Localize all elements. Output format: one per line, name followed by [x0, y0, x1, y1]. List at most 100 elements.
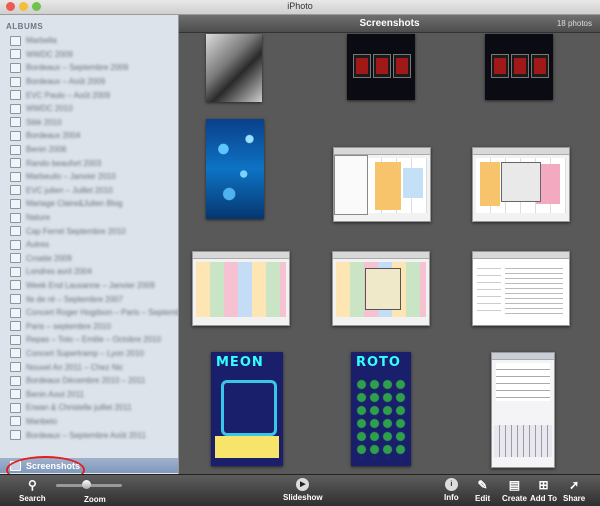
create-label: Create: [502, 494, 527, 503]
photo-thumbnail[interactable]: [491, 352, 555, 468]
sidebar-item-album[interactable]: EVC Paulo – Août 2009: [0, 88, 178, 102]
album-icon: [10, 185, 21, 196]
game-logo: ROTO: [356, 355, 401, 370]
sidebar-item-label: Croatie 2009: [26, 253, 72, 263]
bottom-toolbar: ⚲ Search Zoom ▶ Slideshow i Info ✎ Edit …: [0, 474, 600, 506]
sidebar-item-album[interactable]: Bordeaux 2004: [0, 129, 178, 143]
album-icon: [10, 117, 21, 128]
create-button[interactable]: ▤ Create: [502, 478, 527, 503]
sidebar-item-album[interactable]: Week End Lausanne – Janvier 2009: [0, 279, 178, 293]
sidebar-item-album[interactable]: EVC julien – Juillet 2010: [0, 184, 178, 198]
album-icon: [10, 321, 21, 332]
sidebar-item-album[interactable]: Erwan & Christelle juillet 2011: [0, 401, 178, 415]
sidebar-item-album[interactable]: Benin Aout 2011: [0, 387, 178, 401]
info-icon: i: [444, 478, 458, 491]
zoom-slider-knob[interactable]: [81, 480, 91, 489]
album-icon: [10, 416, 21, 427]
photo-thumbnail[interactable]: [206, 119, 264, 219]
photo-thumbnail[interactable]: [206, 34, 262, 102]
sidebar-item-album[interactable]: Bordeaux – Septembre Août 2011: [0, 428, 178, 442]
photo-thumbnail[interactable]: [485, 34, 553, 100]
sidebar-item-album[interactable]: Stilé 2010: [0, 116, 178, 130]
sidebar-item-label: Rando beaufort 2003: [26, 158, 102, 168]
album-icon: [10, 334, 21, 345]
album-icon: [10, 402, 21, 413]
sidebar-item-album[interactable]: Bordeaux Décembre 2010 – 2011: [0, 374, 178, 388]
slideshow-button[interactable]: ▶ Slideshow: [283, 478, 323, 502]
sidebar-item-album[interactable]: Marbella: [0, 34, 178, 48]
sidebar-item-label: Benin 2006: [26, 145, 67, 155]
sidebar-item-label: Manbeto: [26, 416, 58, 426]
sidebar-item-album[interactable]: Bordeaux – Août 2009: [0, 75, 178, 89]
album-icon: [10, 226, 21, 237]
sidebar-item-label: Mariage Claire&Julien Blog: [26, 199, 123, 209]
zoom-label: Zoom: [84, 495, 106, 504]
sidebar-item-label: Concert Roger Hogdson – Paris – Septembr…: [26, 308, 178, 318]
sidebar-item-album[interactable]: Croatie 2009: [0, 252, 178, 266]
sidebar-item-album[interactable]: Repas – Toto – Emilie – Octobre 2010: [0, 333, 178, 347]
sidebar-item-album[interactable]: Ile de ré – Septembre 2007: [0, 292, 178, 306]
sidebar-item-album[interactable]: Nouvel An 2011 – Chez Nic: [0, 360, 178, 374]
sidebar-item-album[interactable]: Concert Roger Hogdson – Paris – Septembr…: [0, 306, 178, 320]
share-button[interactable]: ➚ Share: [563, 478, 585, 503]
info-label: Info: [444, 493, 459, 502]
sidebar-item-album[interactable]: Bordeaux – Septembre 2009: [0, 61, 178, 75]
sidebar-item-album[interactable]: Marbeuilo – Janvier 2010: [0, 170, 178, 184]
album-title: Screenshots: [359, 18, 420, 29]
sidebar-item-label: Bordeaux 2004: [26, 131, 81, 141]
sidebar-item-label: WWDC 2009: [26, 49, 73, 59]
photo-mini: [511, 54, 529, 78]
sidebar-item-album[interactable]: Rando beaufort 2003: [0, 156, 178, 170]
sidebar-item-album[interactable]: Mariage Claire&Julien Blog: [0, 197, 178, 211]
add-to-button[interactable]: ⊞ Add To: [530, 478, 557, 503]
album-icon: [10, 90, 21, 101]
edit-button[interactable]: ✎ Edit: [475, 478, 490, 503]
photo-thumbnail[interactable]: [472, 251, 570, 326]
sidebar-item-album[interactable]: WWDC 2009: [0, 48, 178, 62]
photo-thumbnail[interactable]: [192, 251, 290, 326]
photo-thumbnail[interactable]: [347, 34, 415, 100]
photo-thumbnail[interactable]: MEON: [211, 352, 283, 466]
photo-browser: Screenshots 18 photos MEON ROTO: [179, 15, 600, 474]
sidebar-item-label: Ile de ré – Septembre 2007: [26, 294, 123, 304]
sidebar-item-album[interactable]: Nature: [0, 211, 178, 225]
slideshow-label: Slideshow: [283, 493, 323, 502]
sidebar-item-album[interactable]: Autres: [0, 238, 178, 252]
search-label: Search: [19, 494, 46, 503]
album-icon: [10, 460, 21, 471]
album-icon: [10, 239, 21, 250]
browser-header: Screenshots 18 photos: [179, 15, 600, 33]
search-button[interactable]: ⚲ Search: [19, 478, 46, 503]
album-icon: [10, 49, 21, 60]
sidebar-item-album[interactable]: Paris – septembre 2010: [0, 319, 178, 333]
info-button[interactable]: i Info: [444, 478, 459, 502]
sidebar-item-label: EVC Paulo – Août 2009: [26, 90, 111, 100]
sidebar-item-label: Repas – Toto – Emilie – Octobre 2010: [26, 335, 162, 345]
photo-thumbnail[interactable]: [472, 147, 570, 222]
sidebar-item-label: Bordeaux Décembre 2010 – 2011: [26, 376, 146, 386]
photo-mini: [531, 54, 549, 78]
photo-thumbnail[interactable]: [332, 251, 430, 326]
magnifier-icon: ⚲: [27, 478, 37, 492]
sidebar-item-album[interactable]: Cap Ferret Septembre 2010: [0, 224, 178, 238]
sidebar-item-label: Benin Aout 2011: [26, 389, 85, 399]
sidebar-item-label: WWDC 2010: [26, 104, 73, 114]
sidebar-item-label: Londres avril 2004: [26, 267, 92, 277]
sidebar-item-label: Week End Lausanne – Janvier 2009: [26, 280, 155, 290]
albums-heading: ALBUMS: [6, 22, 44, 31]
album-icon: [10, 307, 21, 318]
photo-thumbnail[interactable]: ROTO: [351, 352, 411, 466]
album-icon: [10, 35, 21, 46]
sidebar-item-album[interactable]: WWDC 2010: [0, 102, 178, 116]
album-icon: [10, 280, 21, 291]
sidebar-item-album[interactable]: Benin 2006: [0, 143, 178, 157]
sidebar-item-screenshots[interactable]: Screenshots: [0, 458, 178, 473]
sidebar-item-label: Marbeuilo – Janvier 2010: [26, 172, 116, 182]
sidebar-item-label: Paris – septembre 2010: [26, 321, 111, 331]
sidebar-item-album[interactable]: Manbeto: [0, 415, 178, 429]
sidebar-item-label: Concert Supertramp – Lyon 2010: [26, 348, 144, 358]
sidebar-item-album[interactable]: Londres avril 2004: [0, 265, 178, 279]
photo-count: 18 photos: [556, 19, 592, 28]
sidebar-item-album[interactable]: Concert Supertramp – Lyon 2010: [0, 347, 178, 361]
photo-thumbnail[interactable]: [333, 147, 431, 222]
